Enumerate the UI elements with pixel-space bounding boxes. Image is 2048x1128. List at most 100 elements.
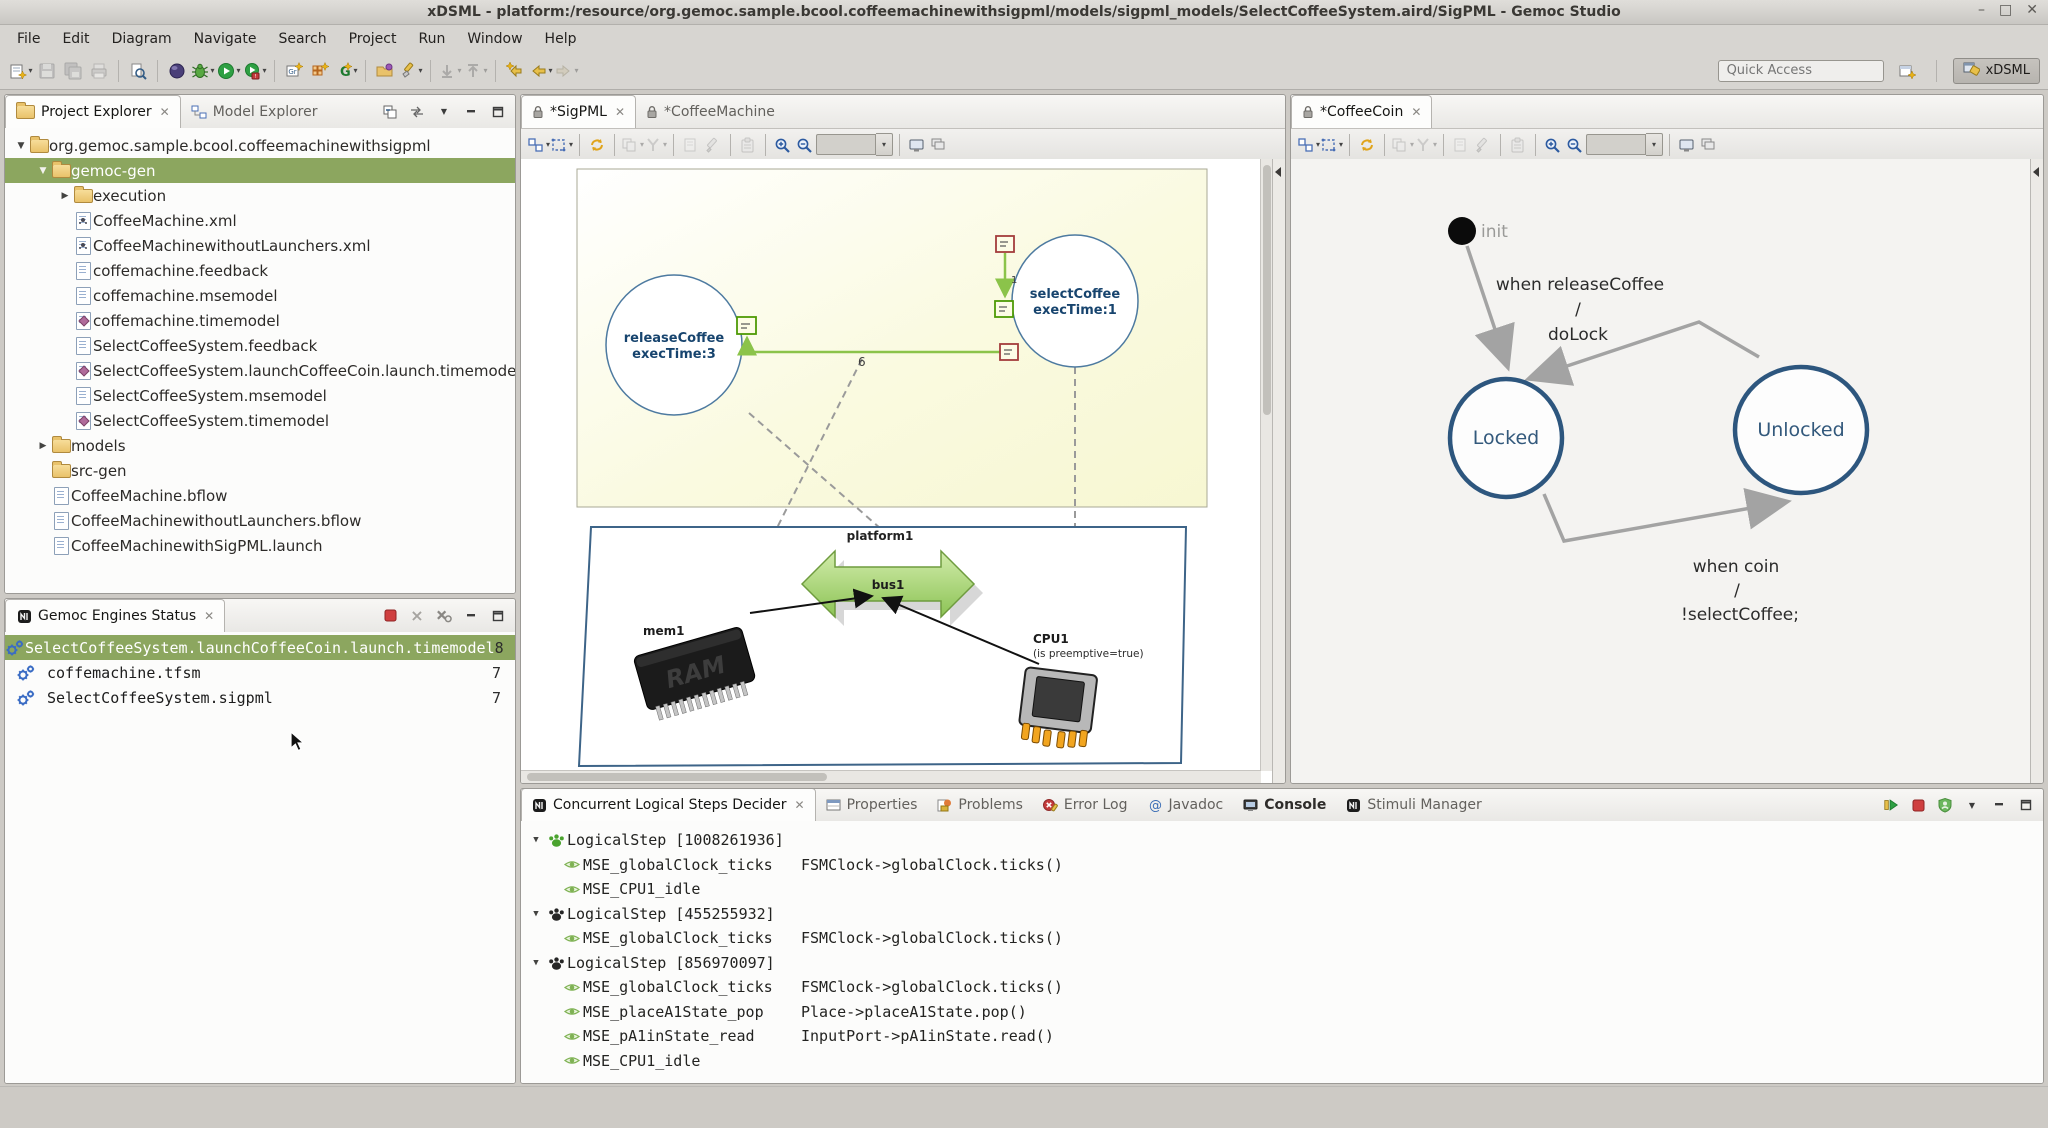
- maximize-window-icon[interactable]: □: [1999, 2, 2012, 18]
- tab--sigpml[interactable]: *SigPML✕: [521, 95, 636, 128]
- stop-button[interactable]: [1910, 797, 1926, 813]
- logical-step-row[interactable]: ▼LogicalStep [1008261936]: [521, 828, 2043, 853]
- zoom-in-button[interactable]: [772, 133, 794, 157]
- engine-row[interactable]: SelectCoffeeSystem.sigpml7: [5, 685, 515, 710]
- dropdown-arrow-icon[interactable]: ▾: [1433, 140, 1437, 149]
- maximize-button[interactable]: [490, 104, 506, 120]
- coffeecoin-palette-collapsed[interactable]: [2030, 159, 2043, 783]
- collapse-all-button[interactable]: [382, 104, 398, 120]
- layout-button[interactable]: ▾: [1297, 133, 1320, 157]
- open-perspective-button[interactable]: [1895, 58, 1919, 84]
- mse-event-row[interactable]: MSE_globalClock_ticksFSMClock->globalClo…: [521, 926, 2043, 951]
- refresh-diagram-button[interactable]: [586, 133, 608, 157]
- zoom-level-combo[interactable]: [816, 134, 876, 155]
- link-editor-button[interactable]: [409, 104, 425, 120]
- tree-item-coffemachine-timemodel[interactable]: coffemachine.timemodel: [5, 308, 515, 333]
- gemoc-sphere-button[interactable]: [165, 58, 189, 84]
- minimize-window-icon[interactable]: –: [1978, 2, 1985, 18]
- close-icon[interactable]: ✕: [160, 105, 170, 119]
- dropdown-arrow-icon[interactable]: ▾: [663, 140, 667, 149]
- mse-event-row[interactable]: MSE_placeA1State_popPlace->placeA1State.…: [521, 1000, 2043, 1025]
- menu-file[interactable]: File: [6, 28, 51, 50]
- menu-search[interactable]: Search: [267, 28, 337, 50]
- dropdown-arrow-icon[interactable]: ▾: [262, 66, 266, 75]
- state-unlocked[interactable]: Unlocked: [1735, 367, 1867, 493]
- search-doc-button[interactable]: [126, 58, 150, 84]
- zoom-level-combo[interactable]: [1586, 134, 1646, 155]
- input-port-releasecoffee[interactable]: [737, 317, 756, 334]
- zoom-out-button[interactable]: [794, 133, 816, 157]
- layers-button[interactable]: [928, 133, 950, 157]
- maximize-button[interactable]: [490, 608, 506, 624]
- close-icon[interactable]: ✕: [1411, 105, 1421, 119]
- expander-icon[interactable]: ▶: [57, 191, 73, 201]
- initial-transition[interactable]: [1467, 246, 1507, 365]
- dropdown-arrow-icon[interactable]: ▾: [548, 66, 552, 75]
- menu-project[interactable]: Project: [338, 28, 408, 50]
- logical-step-row[interactable]: ▼LogicalStep [455255932]: [521, 902, 2043, 927]
- mse-event-row[interactable]: MSE_CPU1_idle: [521, 877, 2043, 902]
- tab--coffeecoin[interactable]: *CoffeeCoin✕: [1291, 95, 1432, 128]
- refresh-diagram-button[interactable]: [1356, 133, 1378, 157]
- tab-stimuli-manager[interactable]: Stimuli Manager: [1336, 789, 1491, 821]
- mse-event-row[interactable]: MSE_globalClock_ticksFSMClock->globalClo…: [521, 975, 2043, 1000]
- sigpml-hscrollbar[interactable]: [521, 770, 1261, 783]
- engine-row[interactable]: coffemachine.tfsm7: [5, 660, 515, 685]
- tab-console[interactable]: Console: [1233, 789, 1336, 821]
- tree-item-selectcoffeesystem-msemodel[interactable]: SelectCoffeeSystem.msemodel: [5, 383, 515, 408]
- refresh-g-button[interactable]: G▾: [334, 58, 358, 84]
- tab-javadoc[interactable]: @Javadoc: [1138, 789, 1234, 821]
- zoom-in-button[interactable]: [1542, 133, 1564, 157]
- expander-icon[interactable]: ▼: [521, 835, 545, 845]
- stop-button[interactable]: [382, 608, 398, 624]
- run-step-button[interactable]: [1883, 797, 1899, 813]
- tree-item-coffeemachinewithoutlaunchers-xml[interactable]: CoffeeMachinewithoutLaunchers.xml: [5, 233, 515, 258]
- expander-icon[interactable]: ▼: [13, 141, 29, 151]
- expander-icon[interactable]: ▼: [521, 909, 545, 919]
- dropdown-arrow-icon[interactable]: ▾: [1339, 140, 1343, 149]
- perspective-xdsml-button[interactable]: xDSML: [1953, 58, 2040, 84]
- tab-error-log[interactable]: Error Log: [1033, 789, 1138, 821]
- layers-button[interactable]: [1698, 133, 1720, 157]
- agent-releasecoffee[interactable]: releaseCoffee execTime:3: [606, 275, 742, 415]
- sigpml-canvas[interactable]: platform1 bus1 mem1: [521, 159, 1273, 783]
- dropdown-arrow-icon[interactable]: ▾: [353, 66, 357, 75]
- minimize-button[interactable]: [1991, 797, 2007, 813]
- close-icon[interactable]: ✕: [615, 105, 625, 119]
- run-button[interactable]: ▾: [217, 58, 241, 84]
- shield-button[interactable]: [1937, 797, 1953, 813]
- routing-button[interactable]: ▾: [550, 133, 573, 157]
- remove-button[interactable]: ×: [409, 608, 425, 624]
- new-graph-button[interactable]: Gr: [282, 58, 306, 84]
- menu-help[interactable]: Help: [534, 28, 588, 50]
- tree-item-org-gemoc-sample-bcool-coffeemachinewithsigpml[interactable]: ▼org.gemoc.sample.bcool.coffeemachinewit…: [5, 133, 515, 158]
- tab-project-explorer[interactable]: Project Explorer✕: [5, 95, 181, 128]
- initial-state-dot[interactable]: [1448, 217, 1476, 245]
- last-edit-button[interactable]: [503, 58, 527, 84]
- dropdown-arrow-icon[interactable]: ▾: [418, 66, 422, 75]
- tree-item-coffemachine-msemodel[interactable]: coffemachine.msemodel: [5, 283, 515, 308]
- transition-locked-to-unlocked[interactable]: [1544, 494, 1785, 541]
- mse-event-row[interactable]: MSE_CPU1_idle: [521, 1049, 2043, 1074]
- output-port-selectcoffee[interactable]: [1000, 344, 1018, 360]
- tab-concurrent-logical-steps-decider[interactable]: Concurrent Logical Steps Decider✕: [521, 788, 816, 821]
- tree-item-coffeemachinewithoutlaunchers-bflow[interactable]: CoffeeMachinewithoutLaunchers.bflow: [5, 508, 515, 533]
- dropdown-arrow-icon[interactable]: ▾: [574, 66, 578, 75]
- tab--coffeemachine[interactable]: *CoffeeMachine: [636, 96, 785, 128]
- output-port-top[interactable]: [996, 236, 1014, 252]
- input-port-selectcoffee[interactable]: [995, 301, 1013, 317]
- dropdown-arrow-icon[interactable]: ▾: [569, 140, 573, 149]
- expander-icon[interactable]: ▼: [521, 958, 545, 968]
- dropdown-arrow-icon[interactable]: ▾: [483, 66, 487, 75]
- tab-gemoc-engines-status[interactable]: Gemoc Engines Status ✕: [5, 599, 225, 632]
- view-menu-button[interactable]: ▼: [1964, 797, 1980, 813]
- engine-row[interactable]: SelectCoffeeSystem.launchCoffeeCoin.laun…: [5, 635, 515, 660]
- open-model-button[interactable]: [373, 58, 397, 84]
- brush-button[interactable]: ▾: [399, 58, 423, 84]
- state-locked[interactable]: Locked: [1450, 379, 1562, 497]
- zoom-combo-arrow-icon[interactable]: ▾: [876, 133, 893, 156]
- screenshot-button[interactable]: [1676, 133, 1698, 157]
- tree-item-gemoc-gen[interactable]: ▼gemoc-gen: [5, 158, 515, 183]
- dropdown-arrow-icon[interactable]: ▾: [28, 66, 32, 75]
- logical-step-row[interactable]: ▼LogicalStep [856970097]: [521, 951, 2043, 976]
